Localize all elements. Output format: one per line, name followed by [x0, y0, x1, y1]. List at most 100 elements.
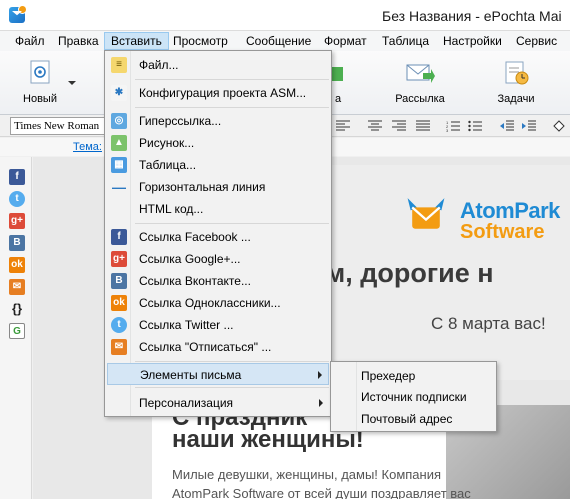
menu-separator: [135, 361, 329, 362]
mailing-button[interactable]: Рассылка: [395, 59, 445, 105]
menu-item-letter-elements[interactable]: Элементы письма: [107, 363, 329, 385]
email-paragraph-line2: AtomPark Software от всей души поздравля…: [172, 486, 471, 499]
menu-item-twitter-link[interactable]: t Ссылка Twitter ...: [107, 314, 329, 336]
menu-insert[interactable]: Вставить: [104, 32, 169, 50]
menu-edit[interactable]: Правка: [52, 32, 105, 50]
odnoklassniki-icon[interactable]: ok: [9, 257, 25, 273]
subject-label[interactable]: Тема:: [73, 141, 102, 153]
menu-format[interactable]: Формат: [318, 32, 373, 50]
svg-text:3: 3: [446, 128, 449, 132]
outdent-icon[interactable]: [500, 120, 514, 132]
menu-item-googleplus-link[interactable]: g+ Ссылка Google+...: [107, 248, 329, 270]
new-dropdown-caret[interactable]: [68, 81, 76, 85]
numbered-list-icon[interactable]: 123: [446, 120, 460, 132]
fill-color-icon[interactable]: [552, 120, 566, 132]
menu-item-vk-link[interactable]: B Ссылка Вконтакте...: [107, 270, 329, 292]
vk-icon: B: [111, 273, 127, 289]
ribbon-partial-button[interactable]: а: [331, 59, 345, 105]
partial-label: а: [334, 93, 342, 105]
menu-item-table[interactable]: ▦ Таблица...: [107, 154, 329, 176]
app-icon: [9, 5, 27, 23]
letter-elements-submenu: Прехедер Источник подписки Почтовый адре…: [330, 361, 497, 432]
table-icon: ▦: [111, 157, 127, 173]
menu-separator: [135, 387, 329, 388]
menu-item-label: Таблица...: [139, 158, 197, 172]
menu-item-asm-config[interactable]: ✱ Конфигурация проекта ASM...: [107, 82, 329, 104]
indent-icon[interactable]: [522, 120, 536, 132]
menu-item-label: HTML код...: [139, 202, 204, 216]
menu-item-odnoklassniki-link[interactable]: ok Ссылка Одноклассники...: [107, 292, 329, 314]
submenu-item-subscription-source[interactable]: Источник подписки: [361, 390, 467, 404]
file-icon: ≡: [111, 57, 127, 73]
googleplus-icon[interactable]: g+: [9, 213, 25, 229]
menu-item-label: Гиперссылка...: [139, 114, 222, 128]
justify-icon[interactable]: [416, 120, 430, 132]
partial-icon: [331, 67, 343, 81]
vk-icon[interactable]: B: [9, 235, 25, 251]
menu-item-facebook-link[interactable]: f Ссылка Facebook ...: [107, 226, 329, 248]
submenu-item-preheader[interactable]: Прехедер: [361, 369, 415, 383]
menu-view[interactable]: Просмотр: [167, 32, 234, 50]
menu-item-horizontal-line[interactable]: — Горизонтальная линия: [107, 176, 329, 198]
menu-bar: Файл Правка Вставить Просмотр Сообщение …: [0, 31, 570, 51]
menu-item-file[interactable]: ≡ Файл...: [107, 54, 329, 76]
menu-item-html-code[interactable]: HTML код...: [107, 198, 329, 220]
menu-item-label: Персонализация: [139, 396, 234, 410]
align-right-icon[interactable]: [392, 120, 406, 132]
menu-separator: [135, 107, 329, 108]
tasks-icon: [505, 61, 529, 85]
title-bar: Без Названия - ePochta Mai: [0, 0, 570, 31]
menu-item-picture[interactable]: ▲ Рисунок...: [107, 132, 329, 154]
font-family-select[interactable]: Times New Roman: [10, 117, 105, 135]
menu-item-label: Элементы письма: [140, 368, 242, 382]
menu-settings[interactable]: Настройки: [437, 32, 508, 50]
align-left-icon[interactable]: [336, 120, 350, 132]
odnoklassniki-icon: ok: [111, 295, 127, 311]
menu-item-label: Ссылка Google+...: [139, 252, 241, 266]
new-message-icon: [30, 60, 50, 84]
email-subheading: С 8 марта вас!: [431, 314, 546, 333]
new-button-label: Новый: [23, 93, 57, 105]
menu-item-label: Ссылка Одноклассники...: [139, 296, 281, 310]
menu-message[interactable]: Сообщение: [240, 32, 317, 50]
menu-separator: [135, 79, 329, 80]
braces-icon[interactable]: {}: [9, 301, 25, 317]
twitter-icon[interactable]: t: [9, 191, 25, 207]
align-center-icon[interactable]: [368, 120, 382, 132]
menu-item-label: Ссылка "Отписаться" ...: [139, 340, 272, 354]
mailing-label: Рассылка: [395, 93, 445, 105]
submenu-item-postal-address[interactable]: Почтовый адрес: [361, 412, 452, 426]
unsubscribe-icon: ✉: [111, 339, 127, 355]
email-paragraph-line1: Милые девушки, женщины, дамы! Компания: [172, 467, 442, 482]
config-icon: ✱: [111, 85, 127, 101]
facebook-icon: f: [111, 229, 127, 245]
tasks-button[interactable]: Задачи: [494, 59, 538, 105]
insert-menu-dropdown: ≡ Файл... ✱ Конфигурация проекта ASM... …: [104, 50, 332, 417]
new-button[interactable]: Новый: [20, 59, 60, 105]
submenu-arrow-icon: [318, 371, 322, 379]
menu-table[interactable]: Таблица: [376, 32, 435, 50]
menu-service[interactable]: Сервис: [510, 32, 563, 50]
google-icon[interactable]: G: [9, 323, 25, 339]
menu-item-label: Ссылка Вконтакте...: [139, 274, 251, 288]
menu-item-personalization[interactable]: Персонализация: [107, 392, 329, 414]
menu-item-label: Конфигурация проекта ASM...: [139, 86, 307, 100]
menu-file[interactable]: Файл: [9, 32, 51, 50]
hline-icon: —: [112, 179, 126, 195]
menu-item-label: Ссылка Twitter ...: [139, 318, 234, 332]
menu-item-label: Рисунок...: [139, 136, 195, 150]
left-insert-strip: f t g+ B ok ✉ {} G: [0, 157, 32, 499]
menu-item-unsubscribe-link[interactable]: ✉ Ссылка "Отписаться" ...: [107, 336, 329, 358]
atompark-logo-icon: [407, 198, 445, 229]
facebook-icon[interactable]: f: [9, 169, 25, 185]
menu-item-hyperlink[interactable]: ◎ Гиперссылка...: [107, 110, 329, 132]
email-icon[interactable]: ✉: [9, 279, 25, 295]
window-title: Без Названия - ePochta Mai: [382, 8, 562, 24]
googleplus-icon: g+: [111, 251, 127, 267]
bullet-list-icon[interactable]: [468, 120, 482, 132]
menu-gutter: [356, 362, 357, 431]
submenu-arrow-icon: [319, 399, 323, 407]
menu-separator: [135, 223, 329, 224]
logo-text-software: Software: [460, 221, 545, 243]
hyperlink-icon: ◎: [111, 113, 127, 129]
